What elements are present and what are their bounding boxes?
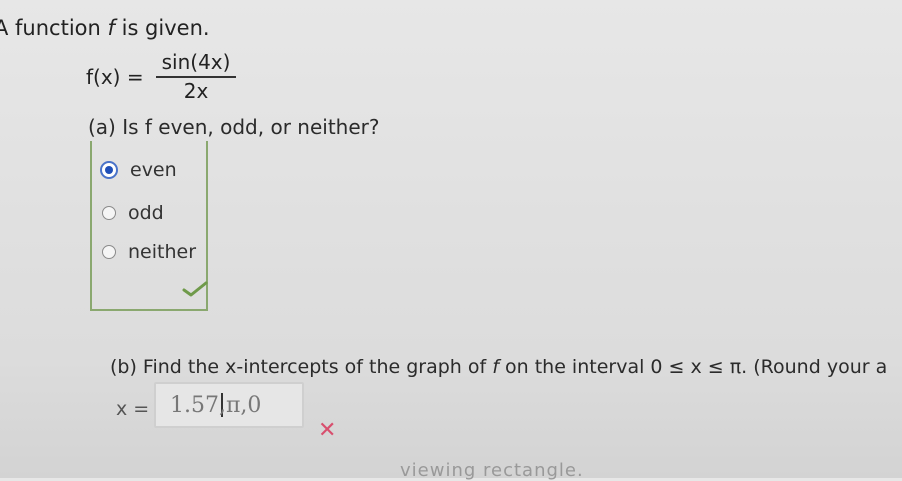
choice-neither[interactable]: neither: [102, 241, 196, 263]
choice-odd-label: odd: [128, 202, 164, 224]
radio-selected-icon[interactable]: [100, 161, 118, 179]
x-intercepts-input[interactable]: 1.57 ,π,0: [154, 382, 304, 428]
radio-unselected-icon[interactable]: [102, 206, 116, 220]
function-formula: f(x) = sin(4x) 2x: [86, 50, 237, 103]
intro-suffix: is given.: [121, 16, 210, 40]
choice-even[interactable]: even: [100, 159, 177, 181]
correct-check-icon: [182, 281, 208, 297]
formula-fraction: sin(4x) 2x: [155, 50, 237, 103]
answer-text-before-cursor: 1.57: [170, 392, 219, 418]
part-a-question: (a) Is f even, odd, or neither?: [88, 115, 380, 139]
answer-text-after-cursor: ,π,0: [218, 392, 262, 418]
formula-lhs: f(x) =: [86, 64, 144, 89]
part-b-question-suffix: on the interval 0 ≤ x ≤ π. (Round your a: [505, 356, 888, 378]
part-b-function-var: f: [492, 356, 499, 378]
part-b-question-prefix: (b) Find the x-intercepts of the graph o…: [110, 356, 487, 378]
formula-numerator: sin(4x): [155, 50, 237, 78]
part-a-choices-box: even odd neither: [90, 141, 208, 311]
choice-neither-label: neither: [128, 241, 197, 263]
incorrect-x-icon: ✕: [318, 418, 337, 443]
choice-even-label: even: [130, 159, 177, 181]
problem-intro: A function f is given.: [0, 16, 210, 40]
radio-unselected-icon[interactable]: [102, 245, 116, 259]
formula-denominator: 2x: [183, 79, 209, 103]
choice-odd[interactable]: odd: [102, 202, 164, 224]
answer-label: x =: [116, 398, 150, 420]
intro-prefix: A function: [0, 16, 101, 40]
part-b-question: (b) Find the x-intercepts of the graph o…: [110, 356, 887, 378]
intro-function-var: f: [107, 16, 115, 40]
